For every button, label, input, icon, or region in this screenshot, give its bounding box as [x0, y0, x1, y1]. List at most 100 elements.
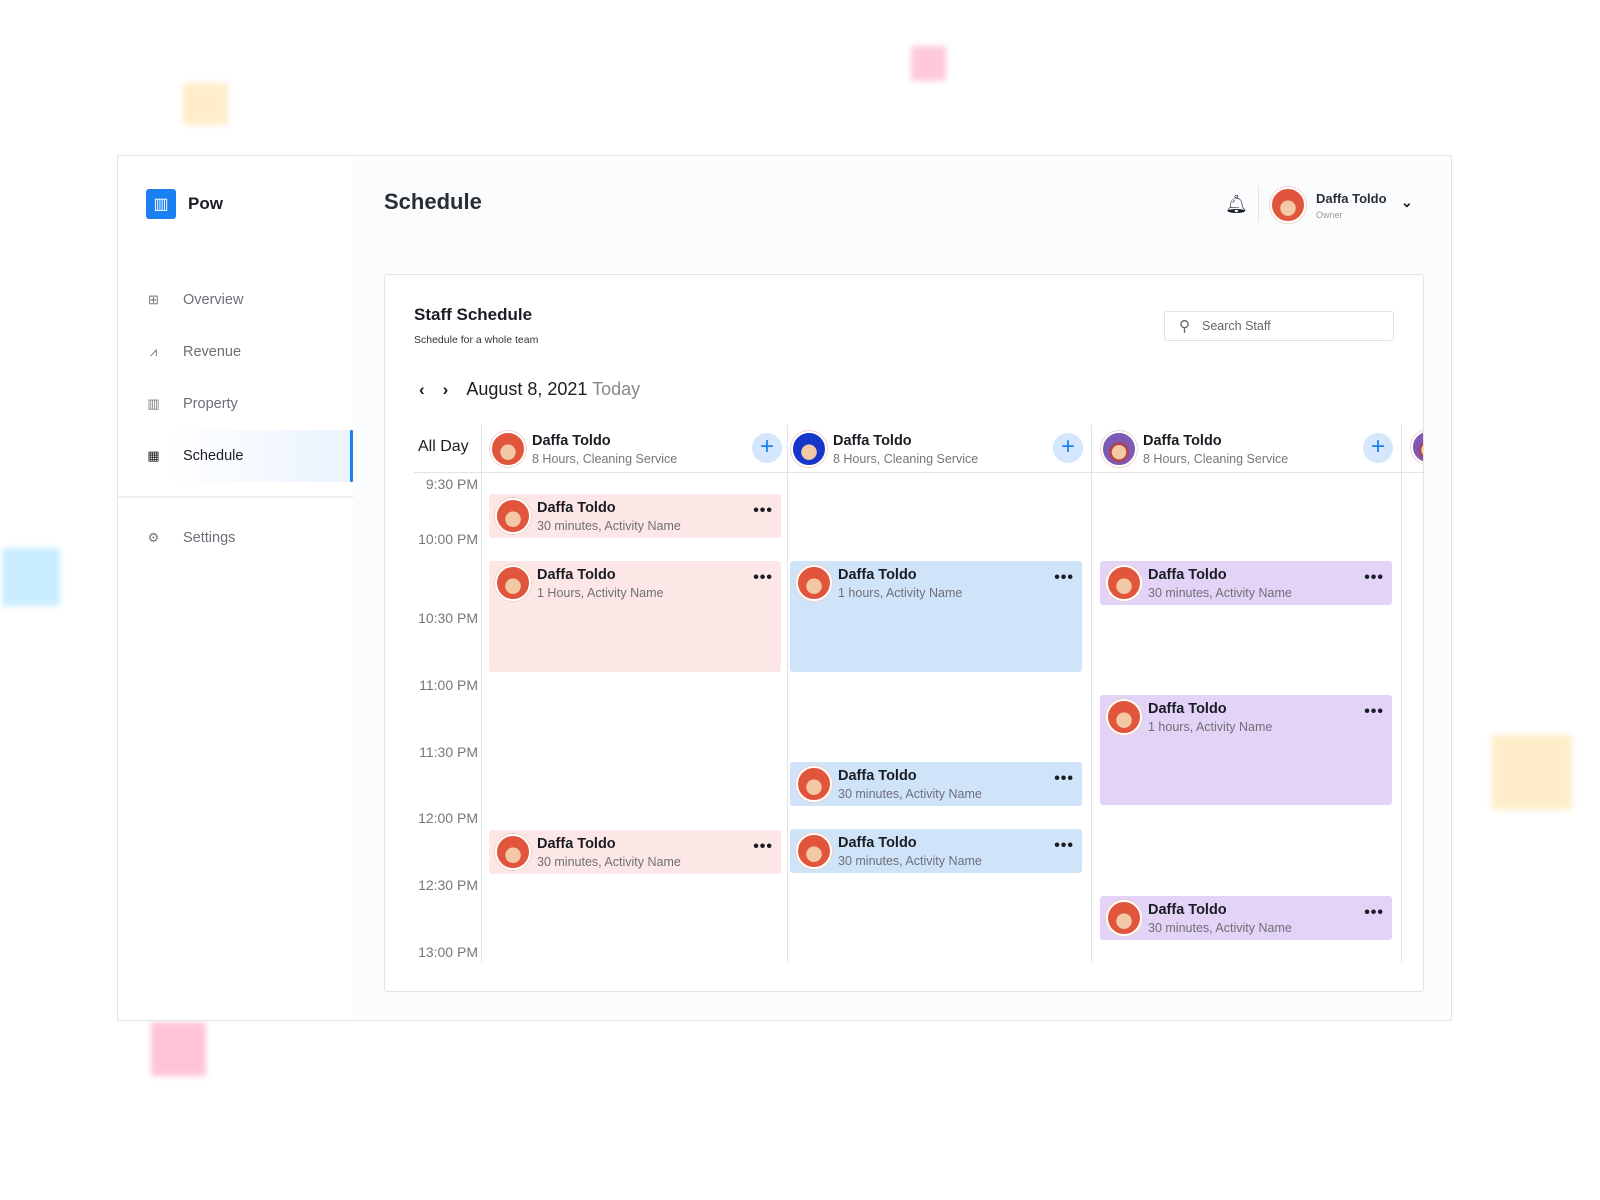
decor-square	[1492, 735, 1572, 810]
grid-icon: ⊞	[148, 292, 159, 307]
all-day-label: All Day	[418, 438, 469, 455]
event-staff-name: Daffa Toldo	[1148, 701, 1227, 717]
event-staff-name: Daffa Toldo	[838, 768, 917, 784]
sidebar-item-property[interactable]: ▥ Property	[118, 378, 353, 430]
decor-square	[151, 1022, 206, 1076]
current-date: August 8, 2021	[466, 379, 588, 399]
app-window: ▥ Pow ⊞ Overview ⩘ Revenue ▥ Property ▦ Sche…	[117, 155, 1452, 1021]
event-staff-name: Daffa Toldo	[838, 567, 917, 583]
event-staff-name: Daffa Toldo	[1148, 902, 1227, 918]
event-staff-name: Daffa Toldo	[537, 500, 616, 516]
divider	[481, 425, 482, 963]
event-detail: 30 minutes, Activity Name	[838, 787, 982, 801]
avatar	[1106, 900, 1142, 936]
avatar	[796, 565, 832, 601]
app-name: Pow	[188, 194, 223, 213]
sidebar-item-revenue[interactable]: ⩘ Revenue	[118, 326, 353, 378]
avatar	[495, 498, 531, 534]
staff-schedule-card: Staff Schedule Schedule for a whole team…	[384, 274, 1424, 992]
event-card[interactable]: Daffa Toldo 1 Hours, Activity Name •••	[489, 561, 781, 672]
building-icon: ▥	[147, 396, 160, 411]
event-card[interactable]: Daffa Toldo 30 minutes, Activity Name •••	[489, 830, 781, 874]
more-options-icon[interactable]: •••	[753, 502, 773, 520]
page-title: Schedule	[384, 189, 482, 214]
event-detail: 1 hours, Activity Name	[1148, 720, 1273, 734]
add-event-button[interactable]: +	[752, 433, 782, 463]
search-icon: ⚲	[1179, 318, 1190, 335]
event-staff-name: Daffa Toldo	[838, 835, 917, 851]
event-detail: 30 minutes, Activity Name	[537, 519, 681, 533]
divider	[1258, 186, 1259, 222]
divider	[787, 425, 788, 963]
more-options-icon[interactable]: •••	[753, 838, 773, 856]
staff-detail: 8 Hours, Cleaning Service	[1143, 451, 1289, 466]
card-title: Staff Schedule	[414, 305, 533, 324]
decor-square	[183, 83, 228, 125]
more-options-icon[interactable]: •••	[1054, 569, 1074, 587]
event-staff-name: Daffa Toldo	[537, 567, 616, 583]
event-detail: 1 hours, Activity Name	[838, 586, 963, 600]
divider	[414, 472, 1423, 473]
event-detail: 30 minutes, Activity Name	[838, 854, 982, 868]
today-link[interactable]: Today	[592, 379, 640, 399]
staff-name: Daffa Toldo	[532, 432, 611, 449]
avatar	[1411, 430, 1423, 464]
event-staff-name: Daffa Toldo	[537, 836, 616, 852]
calendar-icon: ▦	[147, 448, 160, 463]
avatar	[796, 766, 832, 802]
more-options-icon[interactable]: •••	[1364, 904, 1384, 922]
schedule-grid: All Day 9:30 PM 10:00 PM 10:30 PM 11:00 …	[414, 425, 1423, 963]
more-options-icon[interactable]: •••	[1364, 703, 1384, 721]
more-options-icon[interactable]: •••	[753, 569, 773, 587]
avatar	[1106, 565, 1142, 601]
divider	[118, 496, 353, 498]
card-subtitle: Schedule for a whole team	[414, 334, 539, 346]
avatar	[1101, 431, 1137, 467]
staff-column-header: Daffa Toldo 8 Hours, Cleaning Service	[490, 428, 677, 470]
chevron-down-icon[interactable]: ⌄	[1401, 194, 1413, 211]
staff-column-header: Daffa Toldo 8 Hours, Cleaning Service	[1101, 428, 1288, 470]
chevron-right-icon[interactable]: ›	[443, 380, 449, 400]
event-card[interactable]: Daffa Toldo 30 minutes, Activity Name •••	[1100, 561, 1392, 605]
logo[interactable]: ▥ Pow	[146, 189, 223, 219]
sidebar-item-label: Overview	[183, 292, 244, 308]
chevron-left-icon[interactable]: ‹	[419, 380, 425, 400]
time-label: 10:00 PM	[418, 531, 478, 547]
event-card[interactable]: Daffa Toldo 1 hours, Activity Name •••	[790, 561, 1082, 672]
sidebar: ▥ Pow ⊞ Overview ⩘ Revenue ▥ Property ▦ Sche…	[118, 156, 353, 1020]
sidebar-item-label: Revenue	[183, 344, 242, 360]
sidebar-item-label: Settings	[183, 530, 236, 546]
user-menu[interactable]: Daffa Toldo Owner	[1270, 187, 1387, 223]
time-label: 11:00 PM	[419, 677, 478, 693]
event-card[interactable]: Daffa Toldo 30 minutes, Activity Name •••	[489, 494, 781, 538]
search-input[interactable]: ⚲ Search Staff	[1164, 311, 1394, 341]
sidebar-item-label: Property	[183, 396, 238, 412]
staff-detail: 8 Hours, Cleaning Service	[833, 451, 979, 466]
chart-icon: ⩘	[149, 344, 158, 359]
add-event-button[interactable]: +	[1053, 433, 1083, 463]
sidebar-item-schedule[interactable]: ▦ Schedule	[118, 430, 353, 482]
decor-square	[911, 46, 946, 81]
sidebar-item-settings[interactable]: ⚙ Settings	[118, 512, 353, 564]
bell-icon[interactable]: 🔔︎	[1225, 194, 1248, 215]
avatar	[495, 565, 531, 601]
sidebar-item-overview[interactable]: ⊞ Overview	[118, 274, 353, 326]
event-detail: 1 Hours, Activity Name	[537, 586, 664, 600]
search-placeholder: Search Staff	[1202, 319, 1271, 333]
event-card[interactable]: Daffa Toldo 1 hours, Activity Name •••	[1100, 695, 1392, 805]
more-options-icon[interactable]: •••	[1364, 569, 1384, 587]
more-options-icon[interactable]: •••	[1054, 837, 1074, 855]
avatar	[495, 834, 531, 870]
time-label: 13:00 PM	[418, 944, 478, 960]
time-label: 9:30 PM	[425, 476, 478, 492]
decor-square	[2, 548, 60, 606]
event-card[interactable]: Daffa Toldo 30 minutes, Activity Name •••	[790, 829, 1082, 873]
event-card[interactable]: Daffa Toldo 30 minutes, Activity Name •••	[1100, 896, 1392, 940]
avatar	[490, 431, 526, 467]
time-label: 12:30 PM	[418, 877, 478, 893]
divider	[1401, 425, 1402, 963]
add-event-button[interactable]: +	[1363, 433, 1393, 463]
time-label: 11:30 PM	[419, 744, 478, 760]
more-options-icon[interactable]: •••	[1054, 770, 1074, 788]
event-card[interactable]: Daffa Toldo 30 minutes, Activity Name •••	[790, 762, 1082, 806]
